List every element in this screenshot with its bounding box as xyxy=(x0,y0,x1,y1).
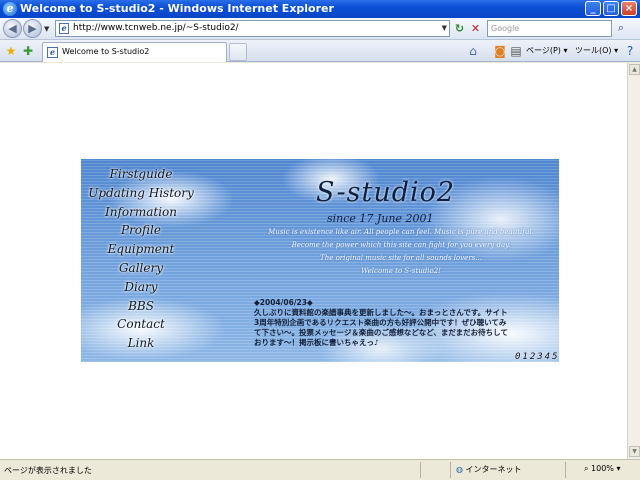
add-favorites-icon[interactable]: ✚ xyxy=(20,43,36,59)
status-separator xyxy=(450,462,451,478)
tagline-line: Music is existence like air. All people … xyxy=(268,228,534,236)
nav-link-diary[interactable]: Diary xyxy=(81,280,201,299)
tab-page-icon: e xyxy=(47,47,58,58)
tagline-line: Welcome to S-studio2! xyxy=(361,267,441,275)
nav-link-gallery[interactable]: Gallery xyxy=(81,261,201,280)
page-content: Firstguide Updating History Information … xyxy=(0,63,627,459)
site-since: since 17 June 2001 xyxy=(327,212,434,225)
tagline-line: Become the power which this site can fig… xyxy=(291,241,511,249)
tagline-line: The original music site for all sounds l… xyxy=(320,254,482,262)
close-button[interactable]: × xyxy=(621,1,637,16)
new-tab-button[interactable] xyxy=(229,43,247,61)
search-placeholder: Google xyxy=(491,24,520,33)
stop-icon[interactable]: ✕ xyxy=(468,21,483,36)
help-icon[interactable]: ? xyxy=(622,43,638,59)
address-toolbar: ◀ ▶ ▼ e http://www.tcnweb.ne.jp/~S-studi… xyxy=(0,18,640,40)
access-counter: 012345 xyxy=(515,352,559,362)
security-zone[interactable]: ◍ インターネット xyxy=(456,464,522,475)
address-input[interactable]: e http://www.tcnweb.ne.jp/~S-studio2/ ▼ xyxy=(55,20,450,37)
zoom-value: 100% xyxy=(591,464,614,473)
site-banner: Firstguide Updating History Information … xyxy=(81,159,559,362)
zoom-icon: ⌕ xyxy=(584,464,589,473)
tab-bar: ★ ✚ e Welcome to S-studio2 ⌂ ◙ ▤ ページ(P) … xyxy=(0,40,640,62)
tab-welcome[interactable]: e Welcome to S-studio2 xyxy=(42,42,227,62)
minimize-button[interactable]: _ xyxy=(585,1,601,16)
feeds-icon[interactable]: ◙ xyxy=(492,43,508,59)
news-block: ◆2004/06/23◆ 久しぶりに資料館の楽譜事典を更新しました～。おまっとさ… xyxy=(254,298,509,348)
status-bar: ページが表示されました ◍ インターネット ⌕ 100% ▾ xyxy=(0,459,640,480)
tools-menu[interactable]: ツール(O) ▾ xyxy=(575,45,618,56)
news-body: 久しぶりに資料館の楽譜事典を更新しました～。おまっとさんです。サイト3周年特別企… xyxy=(254,308,508,347)
nav-link-profile[interactable]: Profile xyxy=(81,223,201,242)
window-titlebar[interactable]: e Welcome to S-studio2 - Windows Interne… xyxy=(0,0,640,18)
status-separator xyxy=(420,462,421,478)
window-title: Welcome to S-studio2 - Windows Internet … xyxy=(20,2,334,15)
nav-link-information[interactable]: Information xyxy=(81,205,201,224)
page-menu[interactable]: ページ(P) ▾ xyxy=(526,45,567,56)
vertical-scrollbar[interactable]: ▲ ▼ xyxy=(627,63,640,459)
scroll-up-icon[interactable]: ▲ xyxy=(629,64,640,75)
favorites-star-icon[interactable]: ★ xyxy=(3,43,19,59)
back-button[interactable]: ◀ xyxy=(3,19,22,38)
site-title: S-studio2 xyxy=(316,177,456,208)
ie-logo-icon: e xyxy=(3,2,17,16)
address-dropdown-icon[interactable]: ▼ xyxy=(442,24,447,32)
tab-label: Welcome to S-studio2 xyxy=(62,47,150,56)
news-date: ◆2004/06/23◆ xyxy=(254,298,313,307)
globe-icon: ◍ xyxy=(456,465,463,474)
history-dropdown-icon[interactable]: ▼ xyxy=(44,25,49,33)
zone-label: インターネット xyxy=(465,465,522,474)
refresh-icon[interactable]: ↻ xyxy=(452,21,467,36)
page-icon: e xyxy=(59,23,69,34)
nav-link-updating-history[interactable]: Updating History xyxy=(81,186,201,205)
scroll-down-icon[interactable]: ▼ xyxy=(629,446,640,457)
maximize-button[interactable]: □ xyxy=(603,1,619,16)
status-message: ページが表示されました xyxy=(4,466,92,475)
search-icon[interactable]: ⌕ xyxy=(614,21,628,36)
search-input[interactable]: Google xyxy=(487,20,612,37)
print-icon[interactable]: ▤ xyxy=(508,43,524,59)
address-url[interactable]: http://www.tcnweb.ne.jp/~S-studio2/ xyxy=(73,23,239,33)
status-separator xyxy=(565,462,566,478)
site-nav: Firstguide Updating History Information … xyxy=(81,167,201,355)
nav-link-firstguide[interactable]: Firstguide xyxy=(81,167,201,186)
nav-link-link[interactable]: Link xyxy=(81,336,201,355)
zoom-level[interactable]: ⌕ 100% ▾ xyxy=(584,464,620,474)
forward-button[interactable]: ▶ xyxy=(23,19,42,38)
nav-link-bbs[interactable]: BBS xyxy=(81,299,201,318)
nav-link-contact[interactable]: Contact xyxy=(81,317,201,336)
home-icon[interactable]: ⌂ xyxy=(465,43,481,59)
nav-link-equipment[interactable]: Equipment xyxy=(81,242,201,261)
